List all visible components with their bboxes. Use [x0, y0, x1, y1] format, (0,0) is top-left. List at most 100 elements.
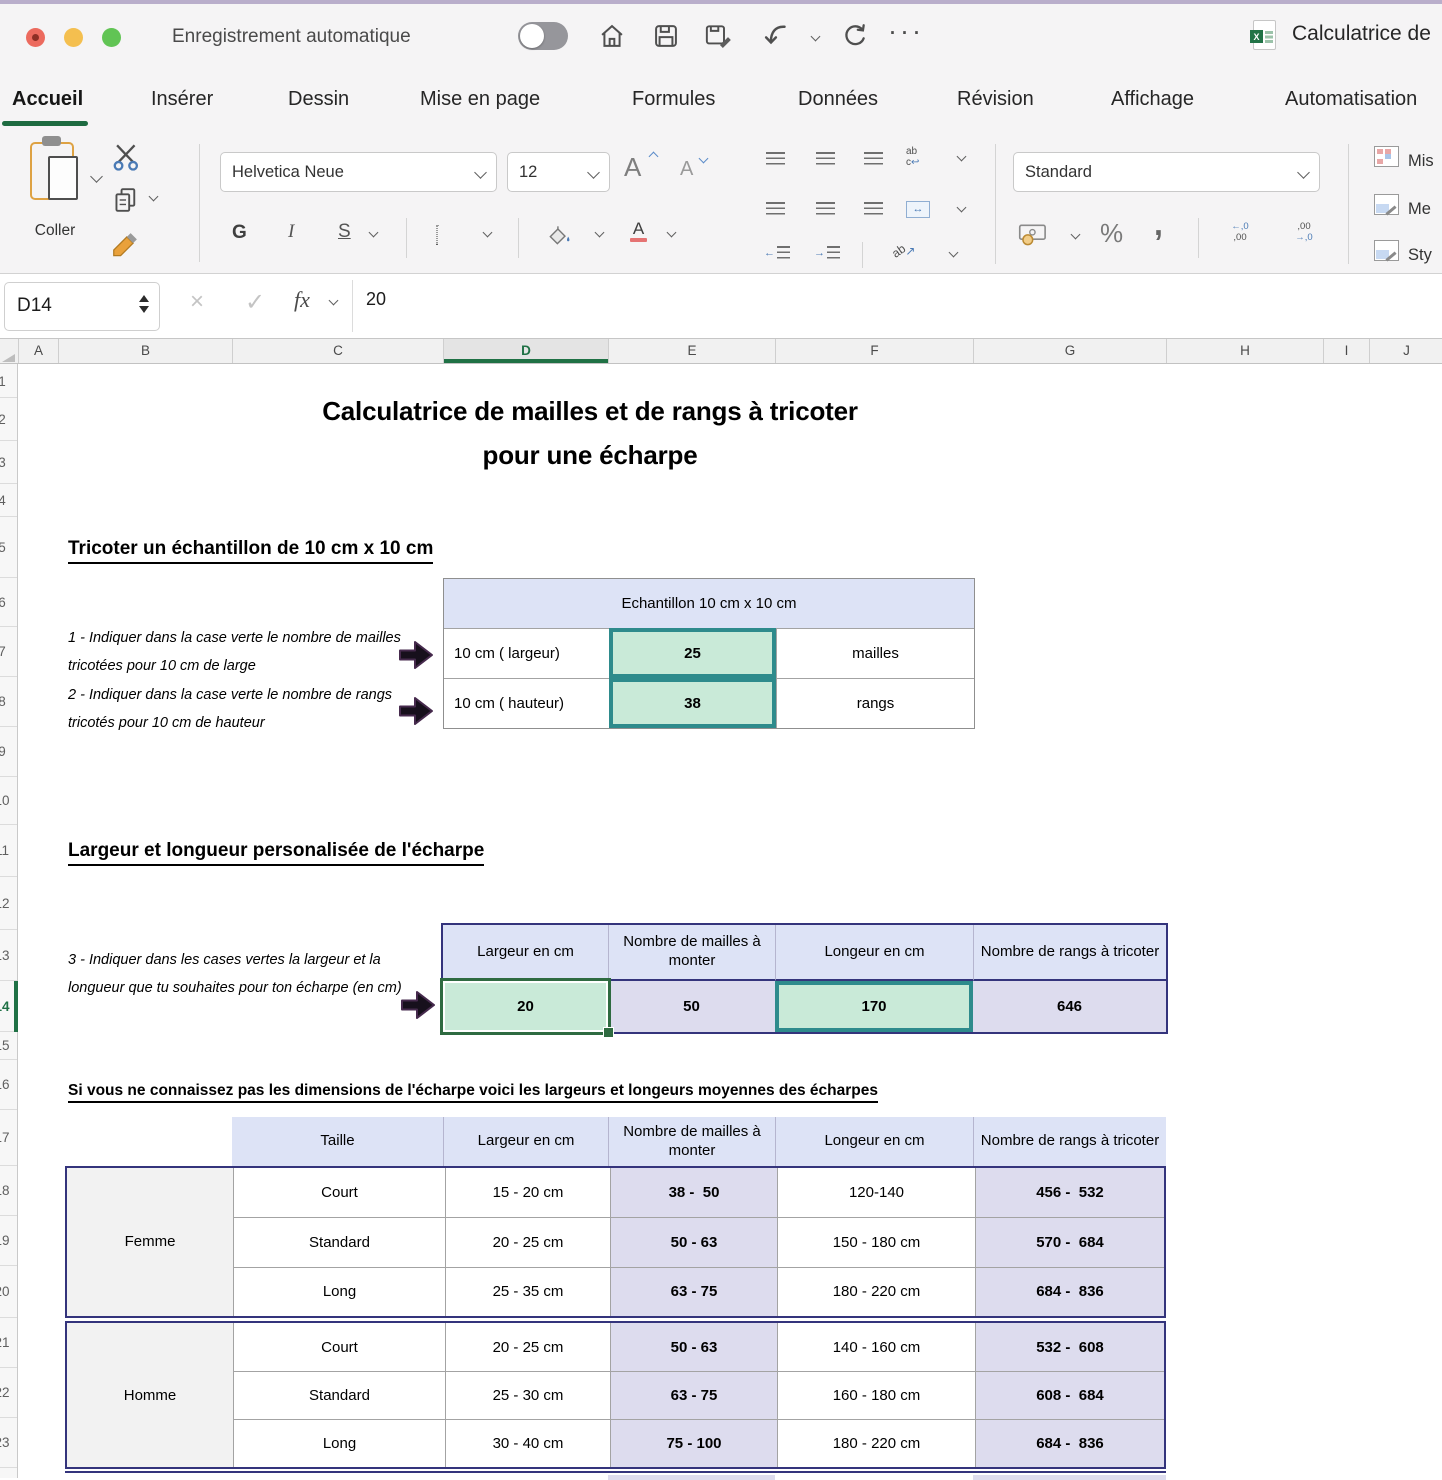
align-center-icon[interactable]	[816, 202, 835, 215]
tab-affichage[interactable]: Affichage	[1111, 88, 1194, 111]
table-cell[interactable]: 684 - 836	[975, 1419, 1164, 1467]
table-cell[interactable]: Standard	[234, 1217, 445, 1266]
accounting-format-chevron[interactable]	[1071, 230, 1081, 240]
shrink-font-button[interactable]: A	[680, 158, 693, 181]
conditional-formatting-icon[interactable]	[1374, 146, 1399, 167]
table-cell[interactable]: Standard	[234, 1371, 445, 1419]
redo-icon[interactable]	[840, 22, 868, 50]
text-orientation-icon[interactable]: ab↗	[892, 244, 915, 258]
table-cell[interactable]: 20 - 25 cm	[445, 1323, 610, 1371]
row-header-22[interactable]: 22	[0, 1368, 17, 1418]
fill-color-icon[interactable]	[546, 224, 572, 246]
format-as-table-icon[interactable]	[1374, 194, 1399, 215]
underline-dropdown-chevron[interactable]	[369, 228, 379, 238]
table-cell[interactable]: 30 - 40 cm	[445, 1419, 610, 1467]
row-header-10[interactable]: 10	[0, 777, 17, 825]
column-header-E[interactable]: E	[608, 339, 775, 363]
table-cell[interactable]: 140 - 160 cm	[777, 1323, 975, 1371]
paste-button-label[interactable]: Coller	[22, 222, 88, 240]
table-cell[interactable]: 15 - 20 cm	[445, 1168, 610, 1217]
table-cell[interactable]: Court	[234, 1168, 445, 1217]
sample-row1-unit[interactable]: mailles	[776, 628, 974, 678]
row-header-1[interactable]: 1	[0, 365, 17, 398]
minimize-window-button[interactable]	[64, 28, 83, 47]
cut-icon[interactable]	[112, 142, 144, 172]
table-cell[interactable]: 63 - 75	[610, 1267, 777, 1316]
copy-icon[interactable]	[112, 186, 140, 214]
save-as-icon[interactable]	[704, 22, 736, 50]
row-header-21[interactable]: 21	[0, 1318, 17, 1368]
table-cell[interactable]: 50 - 63	[610, 1217, 777, 1266]
formula-input-value[interactable]: 20	[366, 289, 386, 310]
stitches-result-cell[interactable]: 50	[608, 981, 775, 1032]
table-cell[interactable]: 20 - 25 cm	[445, 1217, 610, 1266]
column-header-B[interactable]: B	[58, 339, 232, 363]
align-right-icon[interactable]	[864, 202, 883, 215]
fill-handle[interactable]	[603, 1027, 614, 1038]
wrap-text-chevron[interactable]	[957, 152, 967, 162]
align-bottom-icon[interactable]	[864, 152, 883, 165]
home-icon[interactable]	[598, 22, 626, 50]
table-cell[interactable]: 180 - 220 cm	[777, 1267, 975, 1316]
tab-donnees[interactable]: Données	[798, 88, 878, 111]
undo-dropdown-chevron[interactable]	[811, 32, 821, 42]
bold-button[interactable]: G	[232, 222, 247, 244]
row-header-17[interactable]: 17	[0, 1110, 17, 1166]
number-format-select[interactable]: Standard	[1013, 152, 1320, 192]
row-header-3[interactable]: 3	[0, 441, 17, 484]
tab-formules[interactable]: Formules	[632, 88, 715, 111]
table-cell[interactable]: 150 - 180 cm	[777, 1217, 975, 1266]
orientation-chevron[interactable]	[949, 248, 959, 258]
borders-icon[interactable]	[436, 225, 438, 245]
select-all-corner[interactable]	[2, 354, 15, 362]
column-header-A[interactable]: A	[18, 339, 58, 363]
decrease-indent-icon[interactable]: ←	[764, 246, 790, 259]
table-cell[interactable]: 532 - 608	[975, 1323, 1164, 1371]
column-header-D[interactable]: D	[443, 339, 608, 363]
sample-row1-label[interactable]: 10 cm ( largeur)	[444, 628, 609, 678]
row-header-13[interactable]: 13	[0, 930, 17, 981]
row-header-6[interactable]: 6	[0, 578, 17, 627]
rows-result-cell[interactable]: 646	[973, 981, 1166, 1032]
row-header-18[interactable]: 18	[0, 1166, 17, 1216]
underline-button[interactable]: S	[338, 221, 351, 243]
table-cell[interactable]: 684 - 836	[975, 1267, 1164, 1316]
row-header-11[interactable]: 11	[0, 825, 17, 877]
row-header-8[interactable]: 8	[0, 677, 17, 727]
table-cell[interactable]: 120-140	[777, 1168, 975, 1217]
row-header-20[interactable]: 20	[0, 1266, 17, 1318]
table-cell[interactable]: 63 - 75	[610, 1371, 777, 1419]
tab-inserer[interactable]: Insérer	[151, 88, 213, 111]
table-cell[interactable]: 608 - 684	[975, 1371, 1164, 1419]
merge-cells-chevron[interactable]	[957, 203, 967, 213]
format-as-table-label[interactable]: Me	[1408, 200, 1431, 219]
table-cell[interactable]: 456 - 532	[975, 1168, 1164, 1217]
tab-accueil[interactable]: Accueil	[12, 88, 83, 111]
rows-input-cell[interactable]: 38	[609, 678, 776, 728]
table-cell[interactable]: 75 - 100	[610, 1419, 777, 1467]
row-header-7[interactable]: 7	[0, 627, 17, 677]
name-box[interactable]: D14	[4, 282, 160, 331]
tab-revision[interactable]: Révision	[957, 88, 1034, 111]
autosave-toggle[interactable]	[518, 22, 568, 50]
sample-row2-label[interactable]: 10 cm ( hauteur)	[444, 678, 609, 728]
table-cell[interactable]: Long	[234, 1267, 445, 1316]
align-middle-icon[interactable]	[816, 152, 835, 165]
accounting-format-icon[interactable]	[1018, 222, 1048, 246]
font-color-dropdown-chevron[interactable]	[667, 228, 677, 238]
table-cell[interactable]: 25 - 35 cm	[445, 1267, 610, 1316]
tab-mise-en-page[interactable]: Mise en page	[420, 88, 540, 111]
wrap-text-icon[interactable]: ab c↩	[906, 146, 932, 168]
table-cell[interactable]: Court	[234, 1323, 445, 1371]
insert-function-icon[interactable]: fx	[294, 287, 310, 313]
merge-cells-icon[interactable]: ↔	[906, 201, 930, 218]
align-top-icon[interactable]	[766, 152, 785, 165]
row-header-12[interactable]: 12	[0, 877, 17, 930]
table-cell[interactable]: Long	[234, 1419, 445, 1467]
row-header-16[interactable]: 16	[0, 1060, 17, 1110]
format-painter-icon[interactable]	[110, 230, 140, 260]
table-cell[interactable]: 160 - 180 cm	[777, 1371, 975, 1419]
column-header-J[interactable]: J	[1369, 339, 1442, 363]
function-chevron[interactable]	[329, 296, 339, 306]
row-header-2[interactable]: 2	[0, 398, 17, 441]
